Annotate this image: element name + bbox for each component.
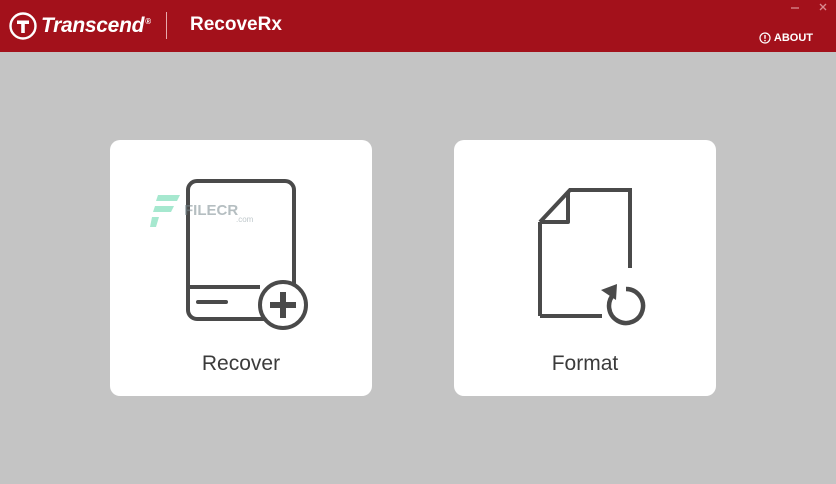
watermark: FILECR .com	[150, 193, 253, 227]
brand-name: Transcend®	[41, 14, 151, 37]
about-button[interactable]: ABOUT	[759, 32, 813, 44]
format-label: Format	[551, 352, 619, 375]
document-refresh-icon	[538, 188, 646, 326]
minimize-icon	[791, 7, 799, 9]
watermark-subtext: .com	[236, 215, 254, 224]
close-icon	[819, 3, 827, 11]
drive-plus-icon	[186, 179, 308, 330]
info-icon	[759, 32, 771, 44]
watermark-logo-icon	[150, 195, 180, 227]
transcend-logo-icon	[9, 12, 37, 40]
recover-card[interactable]: Recover	[110, 140, 372, 396]
about-label: ABOUT	[773, 32, 813, 44]
recover-label: Recover	[201, 352, 281, 375]
watermark-text: FILECR	[184, 201, 239, 219]
brand-logo: Transcend®	[9, 11, 151, 41]
close-button[interactable]	[816, 2, 830, 12]
window-controls	[788, 2, 830, 12]
header-divider	[166, 12, 167, 39]
title-bar: Transcend® RecoveRx ABOUT	[0, 0, 836, 52]
minimize-button[interactable]	[788, 2, 802, 12]
format-card[interactable]: Format	[454, 140, 716, 396]
app-title: RecoveRx	[190, 14, 282, 35]
